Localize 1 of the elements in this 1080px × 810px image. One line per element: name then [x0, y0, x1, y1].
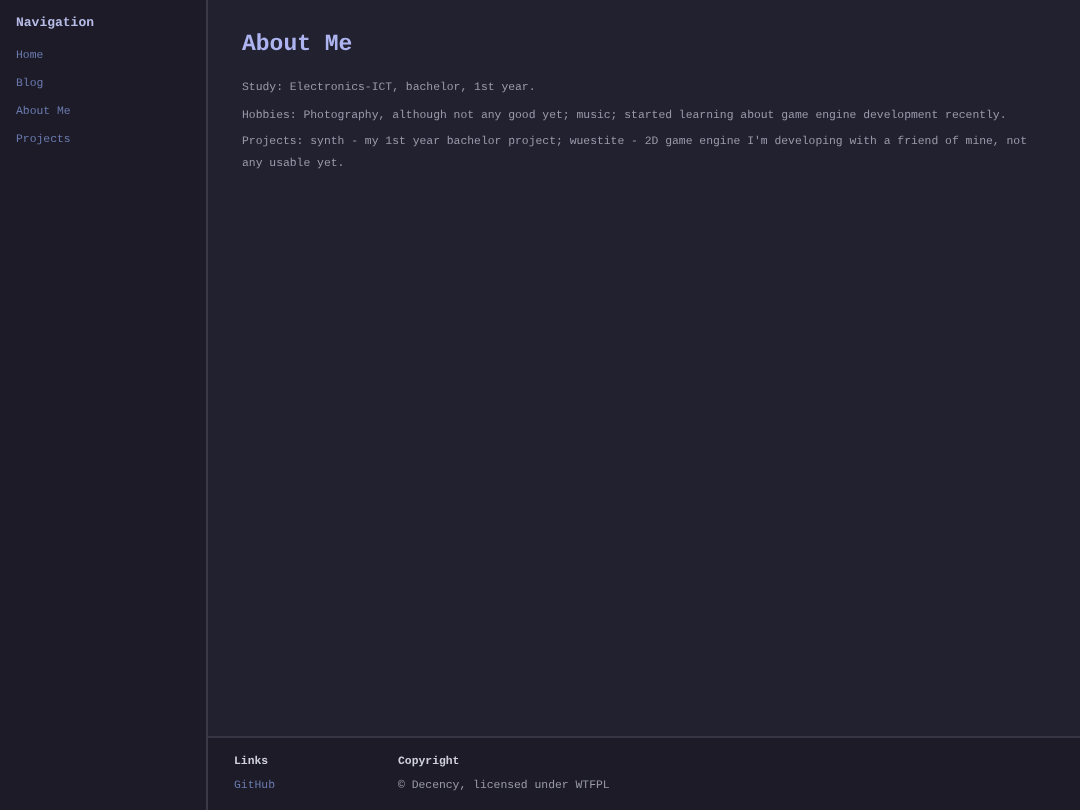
page-heading: About Me: [242, 32, 355, 58]
